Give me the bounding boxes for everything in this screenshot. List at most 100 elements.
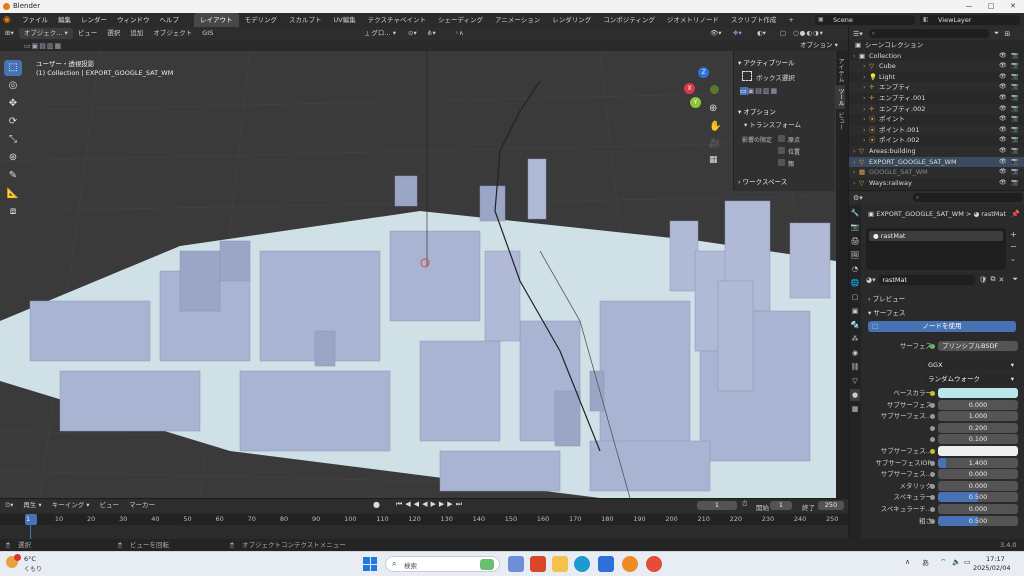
use-nodes-button[interactable]: ⬚ ノードを使用 bbox=[868, 321, 1016, 332]
record-icon[interactable]: ● bbox=[373, 500, 380, 509]
tab-scripting[interactable]: スクリプト作成 bbox=[725, 13, 783, 27]
eye-icon[interactable]: 👁 bbox=[999, 167, 1007, 178]
tab-sculpt[interactable]: スカルプト bbox=[283, 13, 328, 27]
battery-icon[interactable]: ▭ bbox=[964, 558, 971, 566]
timeline-editor-type-icon[interactable]: ⏲▾ bbox=[0, 499, 18, 512]
visibility-icon[interactable]: 👁▾ bbox=[705, 27, 727, 40]
tab-texture-paint[interactable]: テクスチャペイント bbox=[362, 13, 432, 27]
particles-tab-icon[interactable]: ⁂ bbox=[850, 333, 860, 345]
socket-icon[interactable] bbox=[930, 518, 935, 524]
transform-tool-icon[interactable]: ⊛ bbox=[4, 150, 22, 166]
menu-render[interactable]: レンダー bbox=[76, 13, 112, 27]
socket-icon[interactable] bbox=[930, 414, 935, 420]
shader-input-field[interactable]: 0.200 bbox=[938, 422, 1018, 433]
expand-icon[interactable]: › bbox=[853, 157, 856, 168]
tl-menu-view[interactable]: ビュー bbox=[95, 499, 125, 512]
gizmo-toggle-icon[interactable]: ✥▾ bbox=[728, 27, 747, 40]
duplicate-material-icon[interactable]: ⧉ bbox=[991, 275, 996, 284]
expand-icon[interactable]: › bbox=[863, 114, 866, 125]
outliner-item[interactable]: › ⦿ ポイント.002 👁 📷 bbox=[849, 135, 1024, 146]
transform-header[interactable]: ▾ トランスフォーム bbox=[744, 119, 801, 129]
options-header[interactable]: ▾ オプション bbox=[738, 106, 776, 116]
tl-menu-marker[interactable]: マーカー bbox=[124, 499, 160, 512]
wifi-icon[interactable]: ⌔ bbox=[940, 558, 947, 567]
select-mode-buttons[interactable]: ▭▣▤▥▦ bbox=[740, 87, 778, 95]
parent-checkbox[interactable] bbox=[778, 159, 785, 166]
pin-icon[interactable]: 📌 bbox=[1011, 210, 1020, 218]
tab-view[interactable]: ビュー bbox=[836, 109, 845, 133]
vp-menu-object[interactable]: オブジェクト bbox=[148, 27, 197, 40]
outliner-item[interactable]: › ▣ Collection 👁 📷 bbox=[849, 51, 1024, 62]
slot-add-icon[interactable]: + bbox=[1010, 230, 1017, 239]
render-toggle-icon[interactable]: 📷 bbox=[1011, 178, 1018, 189]
material-browse-icon[interactable]: ◕▾ bbox=[866, 276, 879, 284]
outliner-item[interactable]: › ▦ GOOGLE_SAT_WM 👁 📷 bbox=[849, 167, 1024, 178]
taskbar-search[interactable]: ⌕ 検索 bbox=[385, 556, 500, 572]
preview-panel-header[interactable]: › プレビュー bbox=[868, 293, 905, 303]
shader-input-field[interactable] bbox=[938, 446, 1018, 456]
tab-compositing[interactable]: コンポジティング bbox=[597, 13, 661, 27]
proportional-edit-icon[interactable]: ◦∧ bbox=[450, 27, 469, 40]
tab-rendering[interactable]: レンダリング bbox=[546, 13, 597, 27]
render-toggle-icon[interactable]: 📷 bbox=[1011, 104, 1018, 115]
move-tool-icon[interactable]: ✥ bbox=[4, 96, 22, 112]
editor-type-icon[interactable]: ⊞▾ bbox=[0, 27, 19, 40]
render-toggle-icon[interactable]: 📷 bbox=[1011, 61, 1018, 72]
socket-icon[interactable] bbox=[930, 460, 935, 466]
cursor-tool-icon[interactable]: ◎ bbox=[4, 78, 22, 94]
gizmo-x-icon[interactable]: X bbox=[684, 83, 695, 94]
render-toggle-icon[interactable]: 📷 bbox=[1011, 125, 1018, 136]
render-toggle-icon[interactable]: 📷 bbox=[1011, 114, 1018, 125]
render-tab-icon[interactable]: 📷 bbox=[850, 221, 860, 233]
properties-type-icon[interactable]: ⚙▾ bbox=[853, 194, 863, 202]
view-layer-tab-icon[interactable]: 🖼 bbox=[850, 249, 860, 261]
fake-user-icon[interactable]: 🛡 bbox=[979, 276, 988, 284]
annotate-tool-icon[interactable]: ✎ bbox=[4, 168, 22, 184]
outliner-item[interactable]: › 💡 Light 👁 📷 bbox=[849, 72, 1024, 83]
constraints-tab-icon[interactable]: ⛓ bbox=[850, 361, 860, 373]
new-collection-icon[interactable]: ⊞ bbox=[1004, 30, 1010, 38]
expand-icon[interactable]: › bbox=[853, 178, 856, 189]
menu-window[interactable]: ウィンドウ bbox=[112, 13, 155, 27]
outliner-item[interactable]: › ▽ EXPORT_GOOGLE_SAT_WM 👁 📷 bbox=[849, 156, 1024, 168]
eye-icon[interactable]: 👁 bbox=[999, 125, 1007, 136]
pivot-icon[interactable]: ⊙▾ bbox=[403, 27, 422, 40]
clock-time[interactable]: 17:17 bbox=[986, 555, 1005, 563]
outliner-item[interactable]: › ✛ エンプティ 👁 📷 bbox=[849, 82, 1024, 93]
collection-tab-icon[interactable]: ▢ bbox=[850, 291, 860, 303]
gizmo-y-icon[interactable]: Y bbox=[690, 97, 701, 108]
filter-icon[interactable]: ⏷ bbox=[994, 29, 1000, 38]
socket-icon[interactable] bbox=[930, 483, 935, 489]
outliner-item[interactable]: › ▽ Cube 👁 📷 bbox=[849, 61, 1024, 72]
socket-icon[interactable] bbox=[930, 391, 935, 396]
timeline-ruler[interactable]: 1 10 20 30 40 50 60 70 80 90 100 110 120 130 140 150 160… bbox=[0, 514, 848, 539]
select-mode-icons[interactable]: ▭▣▤▥▦ bbox=[24, 42, 62, 50]
render-toggle-icon[interactable]: 📷 bbox=[1011, 93, 1018, 104]
socket-icon[interactable] bbox=[930, 507, 935, 512]
render-toggle-icon[interactable]: 📷 bbox=[1011, 82, 1018, 93]
expand-icon[interactable]: › bbox=[863, 125, 866, 136]
start-button-icon[interactable] bbox=[363, 557, 377, 571]
blender-taskbar-icon[interactable] bbox=[622, 556, 638, 572]
orientation-selector[interactable]: ⟂ グロ... ▾ bbox=[360, 27, 401, 40]
eye-icon[interactable]: 👁 bbox=[999, 135, 1007, 146]
tab-animation[interactable]: アニメーション bbox=[489, 13, 546, 27]
socket-icon[interactable] bbox=[930, 472, 935, 478]
tab-layout[interactable]: レイアウト bbox=[194, 13, 239, 27]
output-tab-icon[interactable]: 🖨 bbox=[850, 235, 860, 247]
shader-input-field[interactable]: 1.000 bbox=[938, 411, 1018, 422]
store-icon[interactable] bbox=[598, 556, 614, 572]
eye-icon[interactable]: 👁 bbox=[999, 93, 1007, 104]
add-workspace-button[interactable]: + bbox=[782, 13, 799, 27]
current-frame-field[interactable]: 1 bbox=[697, 501, 737, 510]
vp-menu-select[interactable]: 選択 bbox=[102, 27, 125, 40]
shader-input-field[interactable]: 0.500 bbox=[938, 515, 1018, 526]
vp-menu-add[interactable]: 追加 bbox=[125, 27, 148, 40]
select-box-tool-icon[interactable]: ⬚ bbox=[4, 60, 22, 76]
menu-edit[interactable]: 編集 bbox=[53, 13, 76, 27]
start-field[interactable]: 1 bbox=[770, 501, 792, 510]
outliner-item[interactable]: › ⦿ ポイント.001 👁 📷 bbox=[849, 124, 1024, 136]
socket-icon[interactable] bbox=[930, 402, 935, 408]
measure-tool-icon[interactable]: 📐 bbox=[4, 186, 22, 202]
eye-icon[interactable]: 👁 bbox=[999, 72, 1007, 83]
